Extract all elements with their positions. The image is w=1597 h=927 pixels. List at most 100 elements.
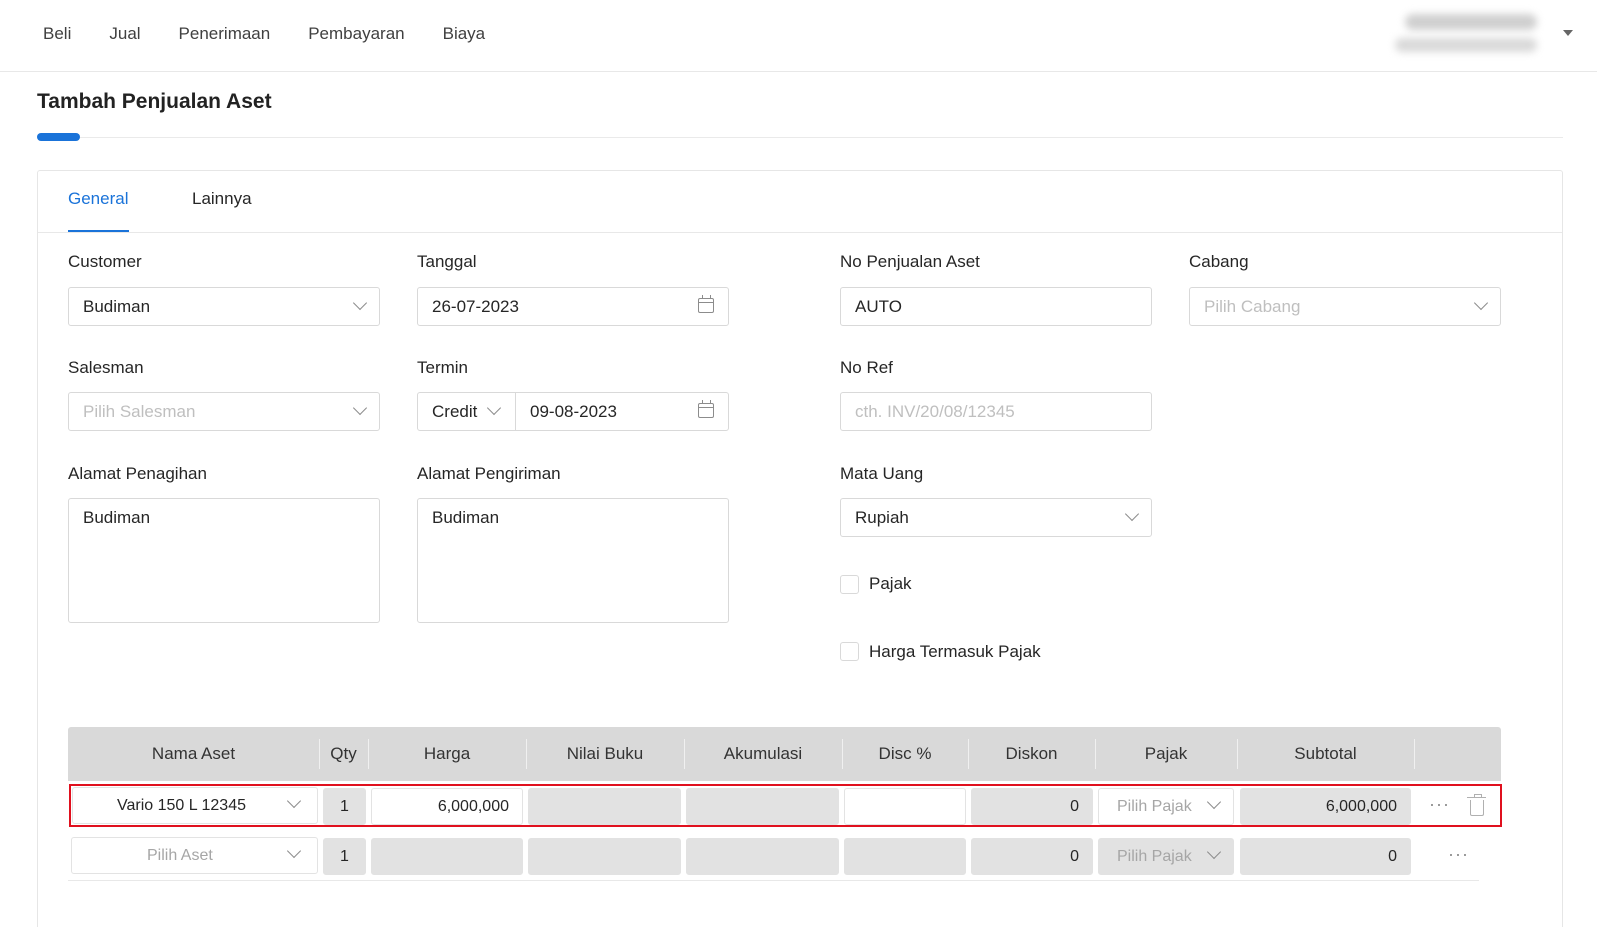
cabang-select[interactable]: Pilih Cabang — [1189, 287, 1501, 326]
active-tab-indicator — [68, 230, 129, 232]
customer-value: Budiman — [83, 297, 151, 316]
row2-subtotal: 0 — [1240, 838, 1411, 875]
user-name-blurred — [1405, 14, 1537, 30]
chevron-down-icon — [1124, 506, 1140, 522]
row2-nilai-buku — [528, 838, 681, 875]
pajak-checkbox-label[interactable]: Pajak — [869, 574, 912, 594]
more-options-icon[interactable]: ··· — [1448, 844, 1469, 865]
mata-uang-label: Mata Uang — [840, 464, 924, 483]
row-divider — [68, 880, 1479, 881]
main-menu: Beli Jual Penerimaan Pembayaran Biaya — [43, 24, 523, 44]
th-harga: Harga — [423, 744, 471, 763]
title-accent-bar — [37, 133, 80, 141]
row1-diskon[interactable]: 0 — [971, 788, 1093, 825]
calendar-icon — [698, 295, 714, 313]
page-title: Tambah Penjualan Aset — [37, 90, 272, 113]
user-email-blurred — [1395, 38, 1537, 52]
cabang-label: Cabang — [1189, 252, 1249, 271]
row1-subtotal: 6,000,000 — [1240, 788, 1411, 825]
row1-nilai-buku — [528, 788, 681, 825]
pajak-checkbox[interactable] — [840, 575, 859, 594]
row1-akumulasi — [686, 788, 839, 825]
row2-nama-aset-placeholder: Pilih Aset — [147, 847, 213, 864]
title-divider — [80, 137, 1563, 138]
no-ref-label: No Ref — [840, 358, 893, 377]
row2-qty[interactable]: 1 — [323, 838, 366, 875]
chevron-down-icon — [1473, 295, 1489, 311]
row2-pajak-placeholder: Pilih Pajak — [1117, 848, 1192, 865]
calendar-icon — [698, 400, 714, 418]
mata-uang-select[interactable]: Rupiah — [840, 498, 1152, 537]
no-penjualan-value: AUTO — [855, 297, 902, 316]
no-penjualan-label: No Penjualan Aset — [840, 252, 980, 271]
menu-item-pembayaran[interactable]: Pembayaran — [308, 24, 404, 44]
alamat-penagihan-value: Budiman — [83, 508, 151, 527]
no-ref-input[interactable]: cth. INV/20/08/12345 — [840, 392, 1152, 431]
row1-disc-pct-input[interactable] — [844, 788, 966, 825]
chevron-down-icon — [286, 843, 302, 859]
th-pajak: Pajak — [1144, 744, 1188, 763]
table-header: Nama Aset Qty Harga Nilai Buku Akumulasi… — [68, 727, 1501, 781]
more-options-icon[interactable]: ··· — [1429, 794, 1450, 815]
chevron-down-icon — [1206, 844, 1222, 860]
alamat-penagihan-textarea[interactable]: Budiman — [68, 498, 380, 623]
row2-disc-pct[interactable] — [844, 838, 966, 875]
th-nilai-buku: Nilai Buku — [566, 744, 644, 763]
harga-termasuk-pajak-checkbox[interactable] — [840, 642, 859, 661]
tab-lainnya[interactable]: Lainnya — [192, 189, 252, 209]
tab-general[interactable]: General — [68, 189, 128, 209]
harga-termasuk-pajak-label[interactable]: Harga Termasuk Pajak — [869, 642, 1041, 662]
row1-pajak-placeholder: Pilih Pajak — [1117, 798, 1192, 815]
tab-bar: General Lainnya — [38, 171, 1562, 233]
menu-item-penerimaan[interactable]: Penerimaan — [179, 24, 271, 44]
termin-type-select[interactable]: Credit — [417, 392, 516, 431]
chevron-down-icon — [486, 400, 502, 416]
th-disc-pct: Disc % — [878, 744, 932, 763]
row1-harga-input[interactable]: 6,000,000 — [371, 788, 523, 825]
mata-uang-value: Rupiah — [855, 508, 909, 527]
row1-nama-aset-value: Vario 150 L 12345 — [117, 797, 246, 814]
row2-pajak-select[interactable]: Pilih Pajak — [1098, 838, 1234, 875]
cabang-placeholder: Pilih Cabang — [1204, 297, 1301, 316]
trash-icon[interactable] — [1467, 794, 1486, 816]
alamat-pengiriman-value: Budiman — [432, 508, 500, 527]
customer-label: Customer — [68, 252, 142, 271]
row2-akumulasi — [686, 838, 839, 875]
salesman-label: Salesman — [68, 358, 144, 377]
top-navbar: Beli Jual Penerimaan Pembayaran Biaya — [0, 0, 1597, 72]
caret-down-icon[interactable] — [1563, 30, 1573, 36]
termin-date-value: 09-08-2023 — [530, 402, 617, 421]
menu-item-biaya[interactable]: Biaya — [443, 24, 486, 44]
th-akumulasi: Akumulasi — [723, 744, 803, 763]
row1-pajak-select[interactable]: Pilih Pajak — [1098, 788, 1234, 825]
menu-item-jual[interactable]: Jual — [109, 24, 140, 44]
salesman-select[interactable]: Pilih Salesman — [68, 392, 380, 431]
tanggal-datepicker[interactable]: 26-07-2023 — [417, 287, 729, 326]
row2-diskon[interactable]: 0 — [971, 838, 1093, 875]
chevron-down-icon — [1206, 794, 1222, 810]
user-profile-blurred[interactable] — [1387, 12, 1537, 58]
chevron-down-icon — [352, 400, 368, 416]
no-penjualan-input[interactable]: AUTO — [840, 287, 1152, 326]
alamat-pengiriman-label: Alamat Pengiriman — [417, 464, 561, 483]
row1-qty[interactable]: 1 — [323, 788, 366, 825]
no-ref-placeholder: cth. INV/20/08/12345 — [855, 402, 1015, 421]
row1-nama-aset-select[interactable]: Vario 150 L 12345 — [72, 787, 318, 824]
termin-type-value: Credit — [432, 402, 478, 421]
termin-label: Termin — [417, 358, 469, 377]
th-nama-aset: Nama Aset — [151, 744, 236, 763]
salesman-placeholder: Pilih Salesman — [83, 402, 196, 421]
menu-item-beli[interactable]: Beli — [43, 24, 71, 44]
th-subtotal: Subtotal — [1294, 744, 1357, 763]
header-divider — [1414, 739, 1415, 769]
termin-datepicker[interactable]: 09-08-2023 — [515, 392, 729, 431]
row2-nama-aset-select[interactable]: Pilih Aset — [71, 837, 318, 874]
chevron-down-icon — [286, 793, 302, 809]
row2-harga[interactable] — [371, 838, 523, 875]
tanggal-value: 26-07-2023 — [432, 297, 519, 316]
customer-select[interactable]: Budiman — [68, 287, 380, 326]
alamat-penagihan-label: Alamat Penagihan — [68, 464, 207, 483]
alamat-pengiriman-textarea[interactable]: Budiman — [417, 498, 729, 623]
tanggal-label: Tanggal — [417, 252, 477, 271]
chevron-down-icon — [352, 295, 368, 311]
